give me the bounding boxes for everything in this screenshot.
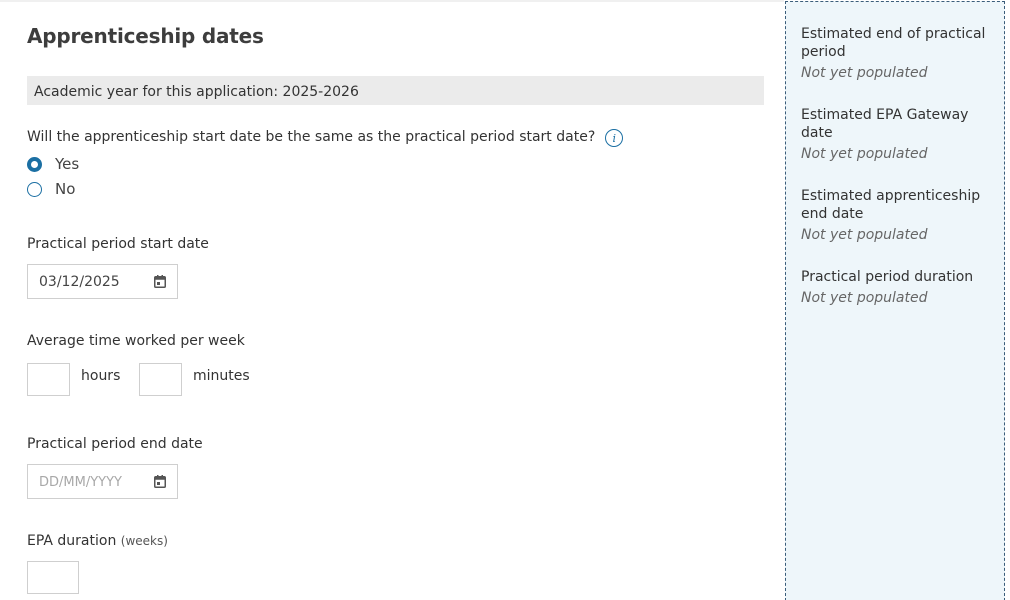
sidebar-item-title: Estimated end of practical period xyxy=(801,26,986,60)
academic-year-banner: Academic year for this application: 2025… xyxy=(27,76,764,105)
epa-duration-text: EPA duration xyxy=(27,533,117,549)
radio-no-label: No xyxy=(55,180,76,198)
hours-input[interactable] xyxy=(27,363,70,396)
sidebar-item-title: Estimated apprenticeship end date xyxy=(801,188,981,222)
hours-label: hours xyxy=(81,368,121,384)
info-icon[interactable]: i xyxy=(605,129,624,147)
practical-end-date-input[interactable]: DD/MM/YYYY xyxy=(27,464,178,499)
sidebar-item-value: Not yet populated xyxy=(801,227,928,243)
minutes-input[interactable] xyxy=(139,363,182,396)
estimates-sidebar: Estimated end of practical period Not ye… xyxy=(785,1,1005,600)
apprenticeship-dates-page: Apprenticeship dates Academic year for t… xyxy=(0,0,1010,600)
question-text: Will the apprenticeship start date be th… xyxy=(27,129,596,145)
sidebar-item-apprenticeship-end: Estimated apprenticeship end date Not ye… xyxy=(801,187,991,243)
practical-start-label: Practical period start date xyxy=(27,236,209,252)
practical-start-date-value: 03/12/2025 xyxy=(39,274,120,290)
sidebar-item-end-practical: Estimated end of practical period Not ye… xyxy=(801,25,991,81)
epa-duration-input[interactable] xyxy=(27,561,79,594)
sidebar-item-practical-duration: Practical period duration Not yet popula… xyxy=(801,268,991,306)
minutes-label: minutes xyxy=(193,368,250,384)
sidebar-item-title: Practical period duration xyxy=(801,269,974,285)
sidebar-item-value: Not yet populated xyxy=(801,146,928,162)
practical-start-date-input[interactable]: 03/12/2025 xyxy=(27,264,178,299)
sidebar-item-value: Not yet populated xyxy=(801,65,928,81)
page-title: Apprenticeship dates xyxy=(27,24,264,48)
top-divider xyxy=(0,0,784,2)
calendar-icon[interactable] xyxy=(154,475,166,488)
practical-end-date-placeholder: DD/MM/YYYY xyxy=(39,475,122,490)
avg-time-label: Average time worked per week xyxy=(27,333,245,349)
sidebar-item-title: Estimated EPA Gateway date xyxy=(801,107,969,141)
start-date-question: Will the apprenticeship start date be th… xyxy=(27,127,624,147)
radio-yes-label: Yes xyxy=(55,155,80,173)
epa-duration-label: EPA duration (weeks) xyxy=(27,533,168,549)
radio-yes-button[interactable] xyxy=(27,156,42,172)
radio-no[interactable]: No xyxy=(27,180,75,198)
practical-end-label: Practical period end date xyxy=(27,436,203,452)
calendar-icon[interactable] xyxy=(154,275,166,288)
epa-duration-unit: (weeks) xyxy=(120,534,168,548)
radio-no-button[interactable] xyxy=(27,181,42,197)
sidebar-item-value: Not yet populated xyxy=(801,290,928,306)
sidebar-item-epa-gateway: Estimated EPA Gateway date Not yet popul… xyxy=(801,106,991,162)
radio-yes[interactable]: Yes xyxy=(27,155,79,173)
